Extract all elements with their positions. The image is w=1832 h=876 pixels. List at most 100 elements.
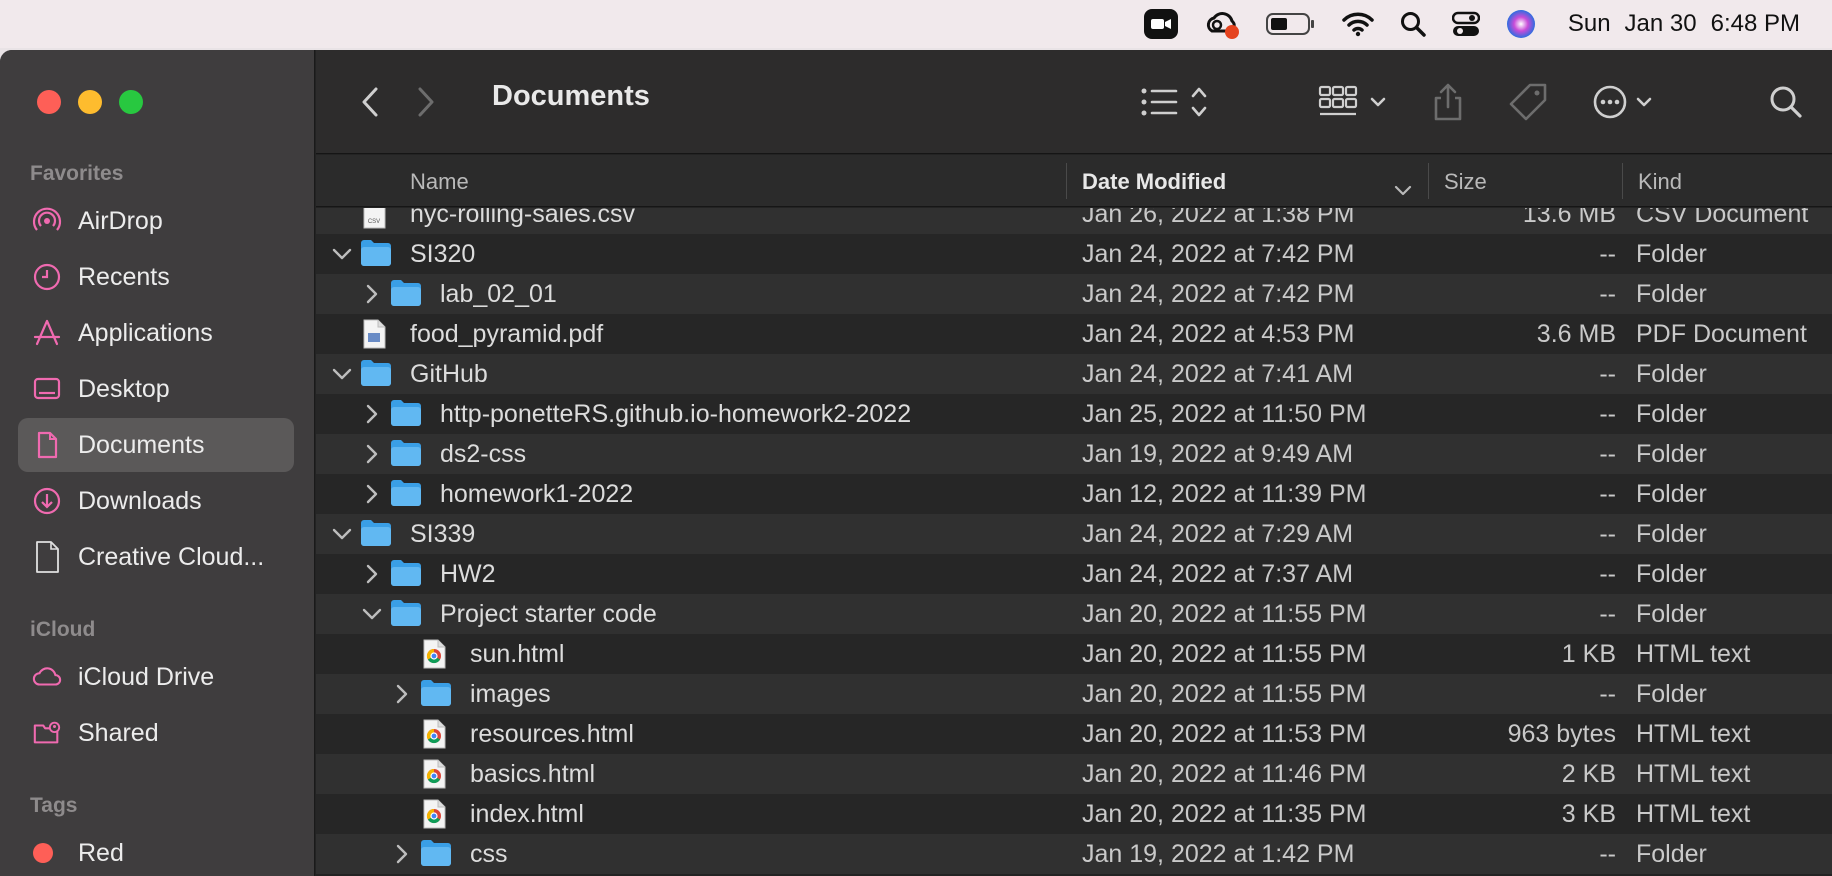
- applications-icon: [32, 318, 62, 348]
- zoom-button[interactable]: [119, 90, 143, 114]
- sidebar-item-airdrop[interactable]: AirDrop: [18, 194, 294, 248]
- file-row[interactable]: HW2 Jan 24, 2022 at 7:37 AM -- Folder: [316, 554, 1832, 594]
- toolbar: Documents: [316, 50, 1832, 154]
- sidebar-item-icloud-drive[interactable]: iCloud Drive: [18, 650, 294, 704]
- disclosure-chevron-right-icon[interactable]: [362, 441, 382, 467]
- sidebar-item-applications[interactable]: Applications: [18, 306, 294, 360]
- file-name: Project starter code: [440, 600, 657, 628]
- wifi-icon[interactable]: [1342, 0, 1374, 48]
- file-row[interactable]: SI320 Jan 24, 2022 at 7:42 PM -- Folder: [316, 234, 1832, 274]
- search-icon: [1770, 86, 1802, 118]
- file-row[interactable]: css Jan 19, 2022 at 1:42 PM -- Folder: [316, 834, 1832, 874]
- close-button[interactable]: [37, 90, 61, 114]
- disclosure-chevron-down-icon[interactable]: [332, 241, 352, 267]
- disclosure-chevron-right-icon[interactable]: [362, 281, 382, 307]
- file-date-modified: Jan 20, 2022 at 11:35 PM: [1082, 800, 1367, 828]
- file-size: --: [1599, 400, 1616, 428]
- sidebar-item-desktop[interactable]: Desktop: [18, 362, 294, 416]
- file-date-modified: Jan 12, 2022 at 11:39 PM: [1082, 480, 1367, 508]
- folder-icon: [360, 359, 392, 387]
- disclosure-chevron-down-icon[interactable]: [332, 361, 352, 387]
- file-date-modified: Jan 20, 2022 at 11:55 PM: [1082, 600, 1367, 628]
- column-size[interactable]: Size: [1444, 169, 1487, 195]
- file-row[interactable]: resources.html Jan 20, 2022 at 11:53 PM 96…: [316, 714, 1832, 754]
- sidebar-item-label: Recents: [78, 262, 170, 291]
- file-date-modified: Jan 24, 2022 at 7:42 PM: [1082, 240, 1355, 268]
- file-row[interactable]: http-ponetteRS.github.io-homework2-2022 J…: [316, 394, 1832, 434]
- sidebar-item-tag-red[interactable]: Red: [18, 826, 294, 876]
- forward-button[interactable]: [406, 74, 446, 130]
- file-row[interactable]: ds2-css Jan 19, 2022 at 9:49 AM -- Folder: [316, 434, 1832, 474]
- spotlight-icon[interactable]: [1400, 0, 1426, 48]
- disclosure-chevron-down-icon[interactable]: [362, 601, 382, 627]
- chrome-html-file-icon: [420, 639, 452, 669]
- disclosure-chevron-right-icon[interactable]: [362, 561, 382, 587]
- file-row[interactable]: Project starter code Jan 20, 2022 at 11:5…: [316, 594, 1832, 634]
- creative-cloud-icon[interactable]: [1204, 0, 1240, 48]
- column-divider[interactable]: [1428, 163, 1429, 199]
- minimize-button[interactable]: [78, 90, 102, 114]
- file-name: images: [470, 680, 551, 708]
- control-center-icon[interactable]: [1451, 0, 1480, 48]
- file-row[interactable]: homework1-2022 Jan 12, 2022 at 11:39 PM --…: [316, 474, 1832, 514]
- siri-icon[interactable]: [1506, 0, 1536, 48]
- sidebar-item-label: AirDrop: [78, 206, 163, 235]
- sidebar-item-documents[interactable]: Documents: [18, 418, 294, 472]
- file-kind: Folder: [1636, 440, 1707, 468]
- download-icon: [32, 486, 62, 516]
- file-date-modified: Jan 19, 2022 at 1:42 PM: [1082, 840, 1355, 868]
- disclosure-chevron-down-icon[interactable]: [332, 521, 352, 547]
- file-kind: Folder: [1636, 400, 1707, 428]
- search-button[interactable]: [1766, 74, 1806, 130]
- file-size: --: [1599, 480, 1616, 508]
- disclosure-chevron-right-icon[interactable]: [392, 841, 412, 867]
- disclosure-chevron-right-icon[interactable]: [392, 681, 412, 707]
- column-divider[interactable]: [1622, 163, 1623, 199]
- sidebar-item-creative-cloud[interactable]: Creative Cloud...: [18, 530, 294, 584]
- file-size: 1 KB: [1561, 640, 1616, 668]
- back-button[interactable]: [350, 74, 390, 130]
- file-date-modified: Jan 20, 2022 at 11:55 PM: [1082, 640, 1367, 668]
- zoom-icon[interactable]: [1143, 0, 1178, 48]
- csv-file-icon: CSV: [360, 208, 392, 229]
- sidebar: Favorites AirDrop Recents Applications D…: [0, 50, 315, 876]
- grid-icon: [1318, 85, 1386, 116]
- tag-button[interactable]: [1506, 74, 1550, 130]
- battery-icon[interactable]: [1265, 0, 1316, 48]
- file-row[interactable]: SI339 Jan 24, 2022 at 7:29 AM -- Folder: [316, 514, 1832, 554]
- sidebar-item-shared[interactable]: Shared: [18, 706, 294, 760]
- file-name: http-ponetteRS.github.io-homework2-2022: [440, 400, 912, 428]
- sidebar-item-downloads[interactable]: Downloads: [18, 474, 294, 528]
- more-actions-button[interactable]: [1592, 74, 1664, 130]
- file-kind: Folder: [1636, 480, 1707, 508]
- sort-chevron-down-icon[interactable]: [1394, 177, 1412, 203]
- disclosure-chevron-right-icon[interactable]: [362, 401, 382, 427]
- disclosure-chevron-right-icon[interactable]: [362, 481, 382, 507]
- file-row[interactable]: food_pyramid.pdf Jan 24, 2022 at 4:53 PM 3…: [316, 314, 1832, 354]
- file-row[interactable]: basics.html Jan 20, 2022 at 11:46 PM 2 KB H…: [316, 754, 1832, 794]
- file-row[interactable]: sun.html Jan 20, 2022 at 11:55 PM 1 KB HTML…: [316, 634, 1832, 674]
- file-row[interactable]: GitHub Jan 24, 2022 at 7:41 AM -- Folder: [316, 354, 1832, 394]
- group-button[interactable]: [1318, 74, 1392, 130]
- file-row[interactable]: lab_02_01 Jan 24, 2022 at 7:42 PM -- Folder: [316, 274, 1832, 314]
- file-date-modified: Jan 20, 2022 at 11:46 PM: [1082, 760, 1367, 788]
- column-date-modified[interactable]: Date Modified: [1082, 169, 1226, 195]
- file-row[interactable]: CSV nyc-rolling-sales.csv Jan 26, 2022 at …: [316, 208, 1832, 234]
- column-name[interactable]: Name: [410, 169, 469, 195]
- file-date-modified: Jan 24, 2022 at 4:53 PM: [1082, 320, 1355, 348]
- clock-icon: [32, 262, 62, 292]
- folder-icon: [390, 399, 422, 427]
- folder-icon: [360, 239, 392, 267]
- file-row[interactable]: images Jan 20, 2022 at 11:55 PM -- Folder: [316, 674, 1832, 714]
- file-size: --: [1599, 680, 1616, 708]
- view-mode-button[interactable]: [1138, 74, 1218, 130]
- file-name: ds2-css: [440, 440, 527, 468]
- clock[interactable]: Sun Jan 30 6:48 PM: [1568, 10, 1800, 38]
- sidebar-item-recents[interactable]: Recents: [18, 250, 294, 304]
- share-button[interactable]: [1428, 74, 1468, 130]
- file-row[interactable]: index.html Jan 20, 2022 at 11:35 PM 3 KB HT…: [316, 794, 1832, 834]
- clock-date: Jan 30: [1624, 10, 1697, 37]
- tag-icon: [1509, 83, 1547, 121]
- column-kind[interactable]: Kind: [1638, 169, 1682, 195]
- column-divider[interactable]: [1066, 163, 1067, 199]
